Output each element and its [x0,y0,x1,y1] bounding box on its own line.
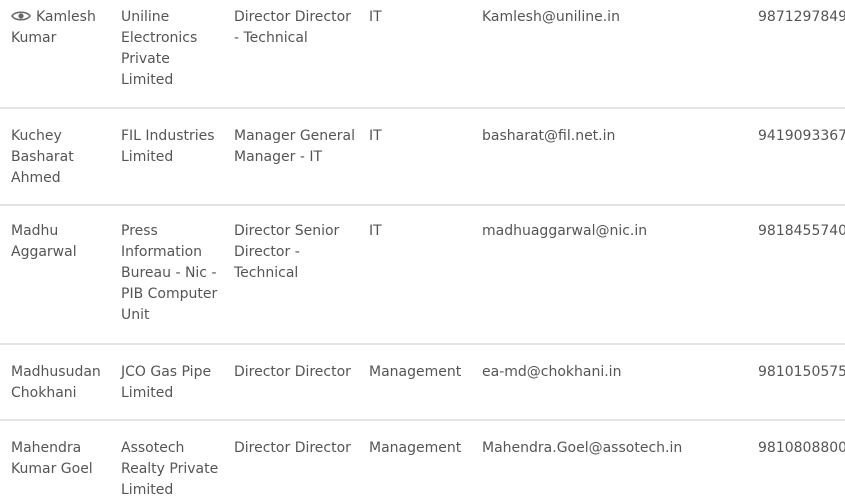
email-address: Mahendra.Goel@assotech.in [482,440,683,456]
company-name: Press Information Bureau - Nic - PIB Com… [121,223,218,323]
contact-name: Kuchey Basharat Ahmed [11,128,74,186]
company-name: Assotech Realty Private Limited [121,440,219,498]
email-address: basharat@fil.net.in [482,128,616,144]
table-row[interactable]: Madhusudan Chokhani JCO Gas Pipe Limited… [0,345,845,421]
designation: Manager General Manager - IT [234,128,355,165]
table-row[interactable]: Madhu Aggarwal Press Information Bureau … [0,206,845,345]
contact-name-cell: Kamlesh Kumar [11,7,111,49]
department: Management [369,364,462,380]
email-address: madhuaggarwal@nic.in [482,223,648,239]
designation: Director Senior Director - Technical [234,223,340,281]
company-name: Uniline Electronics Private Limited [121,9,198,88]
email-address: ea-md@chokhani.in [482,364,622,380]
phone-number: 9818455740 [758,223,845,239]
designation: Director Director - Technical [234,9,351,46]
department: IT [369,9,382,25]
designation: Director Director [234,440,351,456]
contact-name: Madhu Aggarwal [11,223,77,260]
company-name: JCO Gas Pipe Limited [121,364,212,401]
department: IT [369,223,382,239]
contacts-table: Kamlesh Kumar Uniline Electronics Privat… [0,0,845,502]
company-name: FIL Industries Limited [121,128,215,165]
contact-name: Mahendra Kumar Goel [11,440,93,477]
eye-icon[interactable] [11,8,31,21]
table-row[interactable]: Kamlesh Kumar Uniline Electronics Privat… [0,0,845,109]
table-row[interactable]: Kuchey Basharat Ahmed FIL Industries Lim… [0,109,845,206]
phone-number: 9810808800 [758,440,845,456]
department: Management [369,440,462,456]
email-address: Kamlesh@uniline.in [482,9,620,25]
department: IT [369,128,382,144]
contact-name: Madhusudan Chokhani [11,364,101,401]
phone-number: 9810150575 [758,364,845,380]
designation: Director Director [234,364,351,380]
table-row[interactable]: Mahendra Kumar Goel Assotech Realty Priv… [0,421,845,502]
phone-number: 9419093367 [758,128,845,144]
phone-number: 9871297849 [758,9,845,25]
